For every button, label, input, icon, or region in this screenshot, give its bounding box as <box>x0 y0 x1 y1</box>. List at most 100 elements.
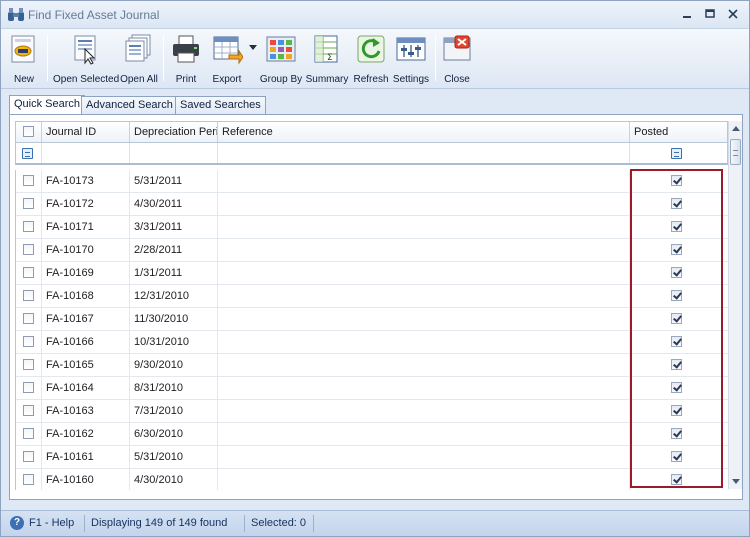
journal-id-cell[interactable]: FA-10172 <box>42 193 130 215</box>
table-row[interactable]: FA-10168 12/31/2010 <box>16 285 728 308</box>
filter-cell-reference[interactable] <box>218 143 630 163</box>
depreciation-period-cell[interactable]: 4/30/2011 <box>130 193 218 215</box>
export-button[interactable]: Export <box>207 33 247 85</box>
table-row[interactable]: FA-10161 5/31/2010 <box>16 446 728 469</box>
reference-cell[interactable] <box>218 262 630 284</box>
reference-cell[interactable] <box>218 216 630 238</box>
filter-cell-posted[interactable] <box>630 143 727 163</box>
depreciation-period-cell[interactable]: 10/31/2010 <box>130 331 218 353</box>
row-select-cell[interactable] <box>16 423 42 445</box>
depreciation-period-cell[interactable]: 2/28/2011 <box>130 239 218 261</box>
help-text[interactable]: F1 - Help <box>29 517 74 529</box>
row-select-cell[interactable] <box>16 400 42 422</box>
row-select-checkbox[interactable] <box>23 359 34 370</box>
journal-id-cell[interactable]: FA-10170 <box>42 239 130 261</box>
row-select-cell[interactable] <box>16 308 42 330</box>
journal-id-cell[interactable]: FA-10169 <box>42 262 130 284</box>
row-select-checkbox[interactable] <box>23 405 34 416</box>
table-row[interactable]: FA-10172 4/30/2011 <box>16 193 728 216</box>
open-selected-button[interactable]: Open Selected <box>53 33 119 85</box>
row-select-cell[interactable] <box>16 331 42 353</box>
row-select-checkbox[interactable] <box>23 336 34 347</box>
row-select-cell[interactable] <box>16 285 42 307</box>
minimize-button[interactable] <box>677 6 697 24</box>
select-all-checkbox[interactable] <box>23 126 34 137</box>
reference-cell[interactable] <box>218 377 630 399</box>
close-window-button[interactable] <box>723 6 743 24</box>
depreciation-period-cell[interactable]: 1/31/2011 <box>130 262 218 284</box>
row-select-checkbox[interactable] <box>23 244 34 255</box>
reference-header[interactable]: Reference <box>218 122 630 142</box>
depreciation-period-header[interactable]: Depreciation Perio <box>130 122 218 142</box>
select-all-header[interactable] <box>16 122 42 142</box>
filter-cell-period[interactable] <box>130 143 218 163</box>
filter-icon[interactable] <box>671 148 682 159</box>
export-dropdown-arrow[interactable] <box>249 45 257 50</box>
tab-quick-search[interactable]: Quick Search <box>9 95 86 115</box>
vertical-scrollbar[interactable] <box>728 121 742 489</box>
reference-cell[interactable] <box>218 170 630 192</box>
row-select-checkbox[interactable] <box>23 382 34 393</box>
depreciation-period-cell[interactable]: 11/30/2010 <box>130 308 218 330</box>
row-select-checkbox[interactable] <box>23 175 34 186</box>
reference-cell[interactable] <box>218 285 630 307</box>
scroll-down-arrow[interactable] <box>732 479 740 484</box>
tab-advanced-search[interactable]: Advanced Search <box>81 96 178 114</box>
table-row[interactable]: FA-10165 9/30/2010 <box>16 354 728 377</box>
filter-icon[interactable] <box>22 148 33 159</box>
row-select-checkbox[interactable] <box>23 451 34 462</box>
reference-cell[interactable] <box>218 469 630 490</box>
depreciation-period-cell[interactable]: 5/31/2011 <box>130 170 218 192</box>
row-select-cell[interactable] <box>16 469 42 490</box>
journal-id-cell[interactable]: FA-10173 <box>42 170 130 192</box>
posted-header[interactable]: Posted <box>630 122 727 142</box>
depreciation-period-cell[interactable]: 8/31/2010 <box>130 377 218 399</box>
row-select-checkbox[interactable] <box>23 290 34 301</box>
row-select-cell[interactable] <box>16 354 42 376</box>
journal-id-cell[interactable]: FA-10161 <box>42 446 130 468</box>
maximize-button[interactable] <box>700 6 720 24</box>
scroll-up-arrow[interactable] <box>732 126 740 131</box>
row-select-checkbox[interactable] <box>23 474 34 485</box>
table-row[interactable]: FA-10163 7/31/2010 <box>16 400 728 423</box>
reference-cell[interactable] <box>218 446 630 468</box>
table-row[interactable]: FA-10171 3/31/2011 <box>16 216 728 239</box>
depreciation-period-cell[interactable]: 9/30/2010 <box>130 354 218 376</box>
row-select-cell[interactable] <box>16 239 42 261</box>
row-select-cell[interactable] <box>16 262 42 284</box>
print-button[interactable]: Print <box>167 33 205 85</box>
table-row[interactable]: FA-10162 6/30/2010 <box>16 423 728 446</box>
journal-id-cell[interactable]: FA-10168 <box>42 285 130 307</box>
journal-id-cell[interactable]: FA-10162 <box>42 423 130 445</box>
scroll-thumb[interactable] <box>730 139 741 165</box>
row-select-cell[interactable] <box>16 216 42 238</box>
journal-id-cell[interactable]: FA-10160 <box>42 469 130 490</box>
new-button[interactable]: New <box>5 33 43 85</box>
table-row[interactable]: FA-10167 11/30/2010 <box>16 308 728 331</box>
reference-cell[interactable] <box>218 354 630 376</box>
table-row[interactable]: FA-10166 10/31/2010 <box>16 331 728 354</box>
journal-id-cell[interactable]: FA-10171 <box>42 216 130 238</box>
reference-cell[interactable] <box>218 423 630 445</box>
title-bar[interactable]: Find Fixed Asset Journal <box>1 1 749 29</box>
journal-id-cell[interactable]: FA-10163 <box>42 400 130 422</box>
reference-cell[interactable] <box>218 239 630 261</box>
table-row[interactable]: FA-10164 8/31/2010 <box>16 377 728 400</box>
tab-saved-searches[interactable]: Saved Searches <box>175 96 266 114</box>
reference-cell[interactable] <box>218 331 630 353</box>
close-button[interactable]: Close <box>439 33 475 85</box>
summary-button[interactable]: Σ Summary <box>305 33 349 85</box>
row-select-checkbox[interactable] <box>23 428 34 439</box>
journal-id-cell[interactable]: FA-10165 <box>42 354 130 376</box>
depreciation-period-cell[interactable]: 3/31/2011 <box>130 216 218 238</box>
reference-cell[interactable] <box>218 308 630 330</box>
depreciation-period-cell[interactable]: 4/30/2010 <box>130 469 218 490</box>
depreciation-period-cell[interactable]: 12/31/2010 <box>130 285 218 307</box>
row-select-checkbox[interactable] <box>23 221 34 232</box>
table-row[interactable]: FA-10173 5/31/2011 <box>16 170 728 193</box>
row-select-cell[interactable] <box>16 170 42 192</box>
refresh-button[interactable]: Refresh <box>351 33 391 85</box>
table-row[interactable]: FA-10169 1/31/2011 <box>16 262 728 285</box>
filter-cell-journal-id[interactable] <box>42 143 130 163</box>
reference-cell[interactable] <box>218 400 630 422</box>
